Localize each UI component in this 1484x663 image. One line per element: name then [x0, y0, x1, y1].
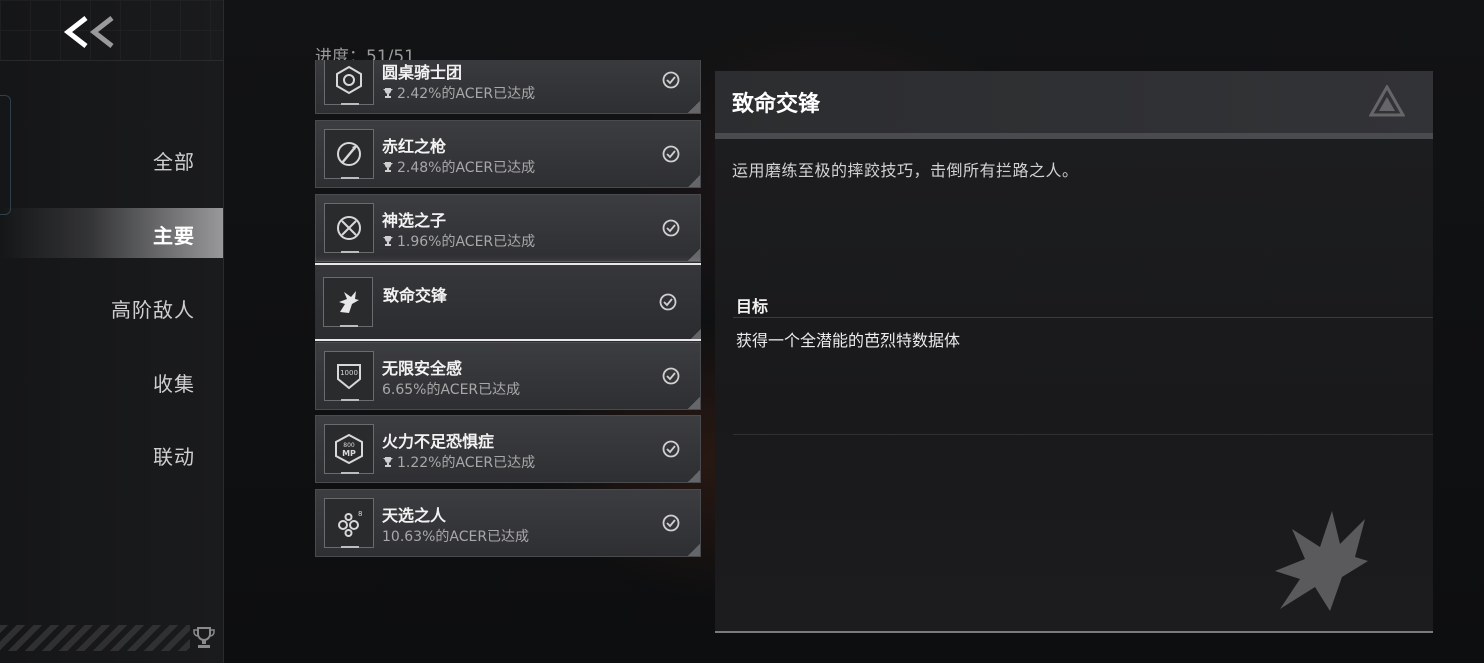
sidebar: 全部 主要 高阶敌人 收集 联动: [0, 0, 224, 663]
nav-item-collection[interactable]: 收集: [35, 368, 195, 397]
armor-1000-icon: 1000: [324, 351, 374, 401]
goal-divider: [733, 317, 1433, 318]
achievement-card[interactable]: 圆桌骑士团 2.42%的ACER已达成: [315, 60, 701, 114]
hatch-decoration: [0, 625, 190, 651]
svg-text:1000: 1000: [340, 369, 358, 377]
mp-800-icon: 800 MP: [324, 424, 374, 474]
achievement-rate-text: 2.48%的ACER已达成: [397, 160, 536, 176]
achievement-rate: 10.63%的ACER已达成: [382, 526, 529, 546]
trophy-icon: [383, 457, 393, 467]
check-circle-icon: [662, 514, 680, 532]
spear-icon: [324, 129, 374, 179]
achievement-card-selected[interactable]: 致命交锋: [315, 263, 701, 341]
nav-item-all[interactable]: 全部: [35, 146, 195, 175]
check-circle-icon: [662, 219, 680, 237]
achievement-rate-text: 2.42%的ACER已达成: [397, 86, 536, 102]
trophy-icon: [383, 162, 393, 172]
trophy-icon: [383, 88, 393, 98]
achievement-rate: 2.42%的ACER已达成: [382, 83, 535, 103]
achievement-title: 无限安全感: [382, 359, 463, 378]
detail-description: 运用磨练至极的摔跤技巧，击倒所有拦路之人。: [732, 161, 1079, 180]
check-circle-icon: [662, 440, 680, 458]
achievement-rate: 1.96%的ACER已达成: [382, 231, 535, 251]
achievement-title: 圆桌骑士团: [382, 63, 463, 82]
detail-title: 致命交锋: [732, 92, 821, 117]
achievement-title: 致命交锋: [383, 286, 448, 305]
faction-logo-icon: [1369, 85, 1405, 117]
achievement-rate-text: 10.63%的ACER已达成: [382, 529, 530, 545]
crossed-swords-icon: [324, 203, 374, 253]
achievement-title: 火力不足恐惧症: [382, 432, 495, 451]
back-button[interactable]: [60, 12, 120, 52]
achievement-card[interactable]: 800 MP 火力不足恐惧症 1.22%的ACER已达成: [315, 415, 701, 483]
trophy-icon: [383, 236, 393, 246]
achievement-card[interactable]: 赤红之枪 2.48%的ACER已达成: [315, 120, 701, 188]
detail-header: 致命交锋: [715, 71, 1433, 139]
achievement-card[interactable]: 神选之子 1.96%的ACER已达成: [315, 194, 701, 262]
svg-text:8: 8: [358, 510, 362, 518]
achievement-rate-text: 1.22%的ACER已达成: [397, 455, 536, 471]
achievement-rate-text: 6.65%的ACER已达成: [382, 382, 521, 398]
svg-text:800: 800: [343, 442, 355, 449]
nav-item-main[interactable]: 主要: [35, 220, 195, 249]
achievement-detail-panel: 致命交锋 运用磨练至极的摔跤技巧，击倒所有拦路之人。 目标 获得一个全潜能的芭烈…: [715, 71, 1433, 633]
check-circle-icon: [662, 71, 680, 89]
svg-text:MP: MP: [342, 449, 356, 458]
shield-emblem-icon: [324, 60, 374, 105]
goal-label: 目标: [736, 297, 769, 316]
nav-item-collab[interactable]: 联动: [35, 441, 195, 470]
trophy-icon: [193, 627, 215, 648]
achievement-title: 神选之子: [382, 211, 447, 230]
achievement-title: 赤红之枪: [382, 137, 447, 156]
double-chevron-left-icon: [63, 16, 114, 48]
achievement-rate: 6.65%的ACER已达成: [382, 379, 520, 399]
gears-icon: 8: [324, 498, 374, 548]
achievement-rate: 1.22%的ACER已达成: [382, 452, 535, 472]
achievement-rate: 2.48%的ACER已达成: [382, 157, 535, 177]
achievement-card[interactable]: 1000 无限安全感 6.65%的ACER已达成: [315, 342, 701, 410]
check-circle-icon: [659, 293, 677, 311]
phoenix-icon: [323, 277, 373, 327]
goal-text: 获得一个全潜能的芭烈特数据体: [736, 331, 961, 350]
section-divider: [733, 434, 1433, 435]
sidebar-accent: [0, 95, 11, 215]
achievement-list[interactable]: 圆桌骑士团 2.42%的ACER已达成 赤红之枪 2.48%的ACER已达成 神…: [315, 60, 701, 560]
phoenix-emblem-icon: [1275, 511, 1368, 611]
achievement-card[interactable]: 8 天选之人 10.63%的ACER已达成: [315, 489, 701, 557]
check-circle-icon: [662, 367, 680, 385]
nav-item-elite-enemies[interactable]: 高阶敌人: [35, 294, 195, 323]
achievement-title: 天选之人: [382, 506, 447, 525]
achievement-rate-text: 1.96%的ACER已达成: [397, 234, 536, 250]
check-circle-icon: [662, 145, 680, 163]
